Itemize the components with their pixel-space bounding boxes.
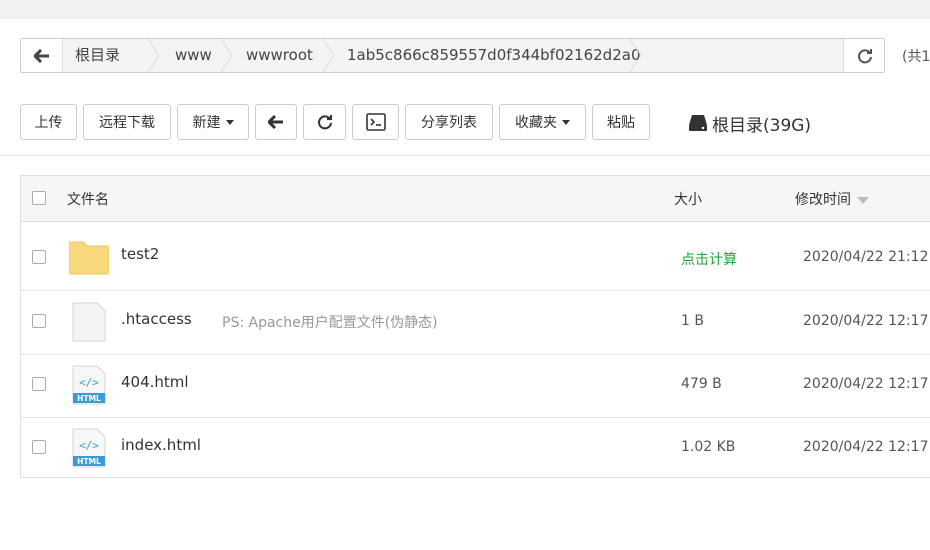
chevron-right-icon (322, 39, 335, 72)
html-badge-label: HTML (77, 394, 101, 403)
row-checkbox[interactable] (32, 314, 46, 328)
path-refresh-button[interactable] (843, 39, 885, 72)
breadcrumb: 根目录 www wwwroot 1ab5c866c859557d0f344bf0… (63, 39, 843, 72)
chevron-right-icon (220, 39, 233, 72)
chevron-right-icon (147, 39, 160, 72)
terminal-icon (365, 113, 386, 131)
breadcrumb-item-www[interactable]: www (175, 39, 212, 72)
html-badge-label: HTML (77, 457, 101, 466)
chevron-right-icon (629, 39, 642, 72)
file-modified-time: 2020/04/22 12:17 (803, 376, 929, 392)
file-modified-time: 2020/04/22 12:17 (803, 313, 929, 329)
html-file-icon: </> HTML (72, 365, 106, 405)
table-row[interactable]: .htaccess PS: Apache用户配置文件(伪静态) 1 B 2020… (21, 292, 930, 355)
file-table: 文件名 大小 修改时间 test2 点击计算 2020/04/22 21:12 … (20, 175, 930, 478)
file-name[interactable]: index.html (121, 436, 201, 454)
arrow-left-icon (268, 115, 283, 129)
paste-label: 粘贴 (607, 115, 635, 131)
caret-down-icon (562, 119, 570, 125)
remote-download-button[interactable]: 远程下载 (83, 104, 171, 140)
total-count: (共1 (902, 49, 930, 65)
table-row[interactable]: test2 点击计算 2020/04/22 21:12 (21, 228, 930, 291)
file-name[interactable]: test2 (121, 245, 159, 263)
file-modified-time: 2020/04/22 12:17 (803, 439, 929, 455)
new-button-label: 新建 (192, 115, 221, 131)
select-all-checkbox[interactable] (32, 191, 46, 205)
calculate-size-link[interactable]: 点击计算 (681, 249, 737, 269)
back-button[interactable] (255, 104, 297, 140)
row-checkbox[interactable] (32, 250, 46, 264)
paste-button[interactable]: 粘贴 (592, 104, 650, 140)
breadcrumb-item-root[interactable]: 根目录 (75, 39, 120, 72)
html-file-icon: </> HTML (72, 428, 106, 468)
row-checkbox[interactable] (32, 377, 46, 391)
sort-desc-icon (857, 196, 869, 204)
path-bar: 根目录 www wwwroot 1ab5c866c859557d0f344bf0… (20, 38, 885, 73)
share-list-label: 分享列表 (421, 115, 477, 131)
folder-icon (69, 241, 109, 275)
arrow-left-icon (33, 48, 49, 63)
file-name[interactable]: 404.html (121, 373, 189, 391)
refresh-icon (317, 115, 332, 130)
html-code-glyph: </> (79, 376, 99, 389)
column-header-modified-label: 修改时间 (795, 192, 851, 208)
file-modified-time: 2020/04/22 21:12 (803, 249, 929, 265)
favorites-label: 收藏夹 (515, 115, 557, 131)
file-size: 1 B (681, 313, 704, 329)
refresh-icon (857, 48, 872, 63)
file-note: PS: Apache用户配置文件(伪静态) (222, 315, 438, 331)
refresh-button[interactable] (303, 104, 346, 140)
file-size: 1.02 KB (681, 439, 736, 455)
new-dropdown-button[interactable]: 新建 (177, 104, 249, 140)
html-code-glyph: </> (79, 439, 99, 452)
table-row[interactable]: </> HTML index.html 1.02 KB 2020/04/22 1… (21, 418, 930, 481)
upload-button[interactable]: 上传 (20, 104, 77, 140)
breadcrumb-item-wwwroot[interactable]: wwwroot (246, 39, 313, 72)
file-icon (72, 302, 106, 342)
breadcrumb-item-current[interactable]: 1ab5c866c859557d0f344bf02162d2a0 (347, 39, 640, 72)
share-list-button[interactable]: 分享列表 (405, 104, 493, 140)
column-header-modified[interactable]: 修改时间 (795, 189, 869, 209)
hard-drive-icon (689, 115, 707, 131)
terminal-button[interactable] (352, 104, 399, 140)
file-name[interactable]: .htaccess (121, 310, 192, 328)
table-header: 文件名 大小 修改时间 (21, 176, 930, 222)
disk-selector[interactable]: 根目录(39G) (688, 111, 812, 136)
file-size: 479 B (681, 376, 722, 392)
remote-download-label: 远程下载 (99, 115, 155, 131)
caret-down-icon (225, 119, 234, 125)
upload-button-label: 上传 (34, 115, 63, 131)
favorites-dropdown-button[interactable]: 收藏夹 (499, 104, 586, 140)
column-header-size[interactable]: 大小 (674, 189, 702, 209)
row-checkbox[interactable] (32, 440, 46, 454)
disk-label: 根目录(39G) (712, 115, 812, 136)
path-back-button[interactable] (21, 39, 63, 72)
table-row[interactable]: </> HTML 404.html 479 B 2020/04/22 12:17 (21, 355, 930, 418)
column-header-name[interactable]: 文件名 (67, 189, 109, 209)
divider (0, 155, 930, 156)
file-manager-panel: 根目录 www wwwroot 1ab5c866c859557d0f344bf0… (0, 19, 930, 550)
